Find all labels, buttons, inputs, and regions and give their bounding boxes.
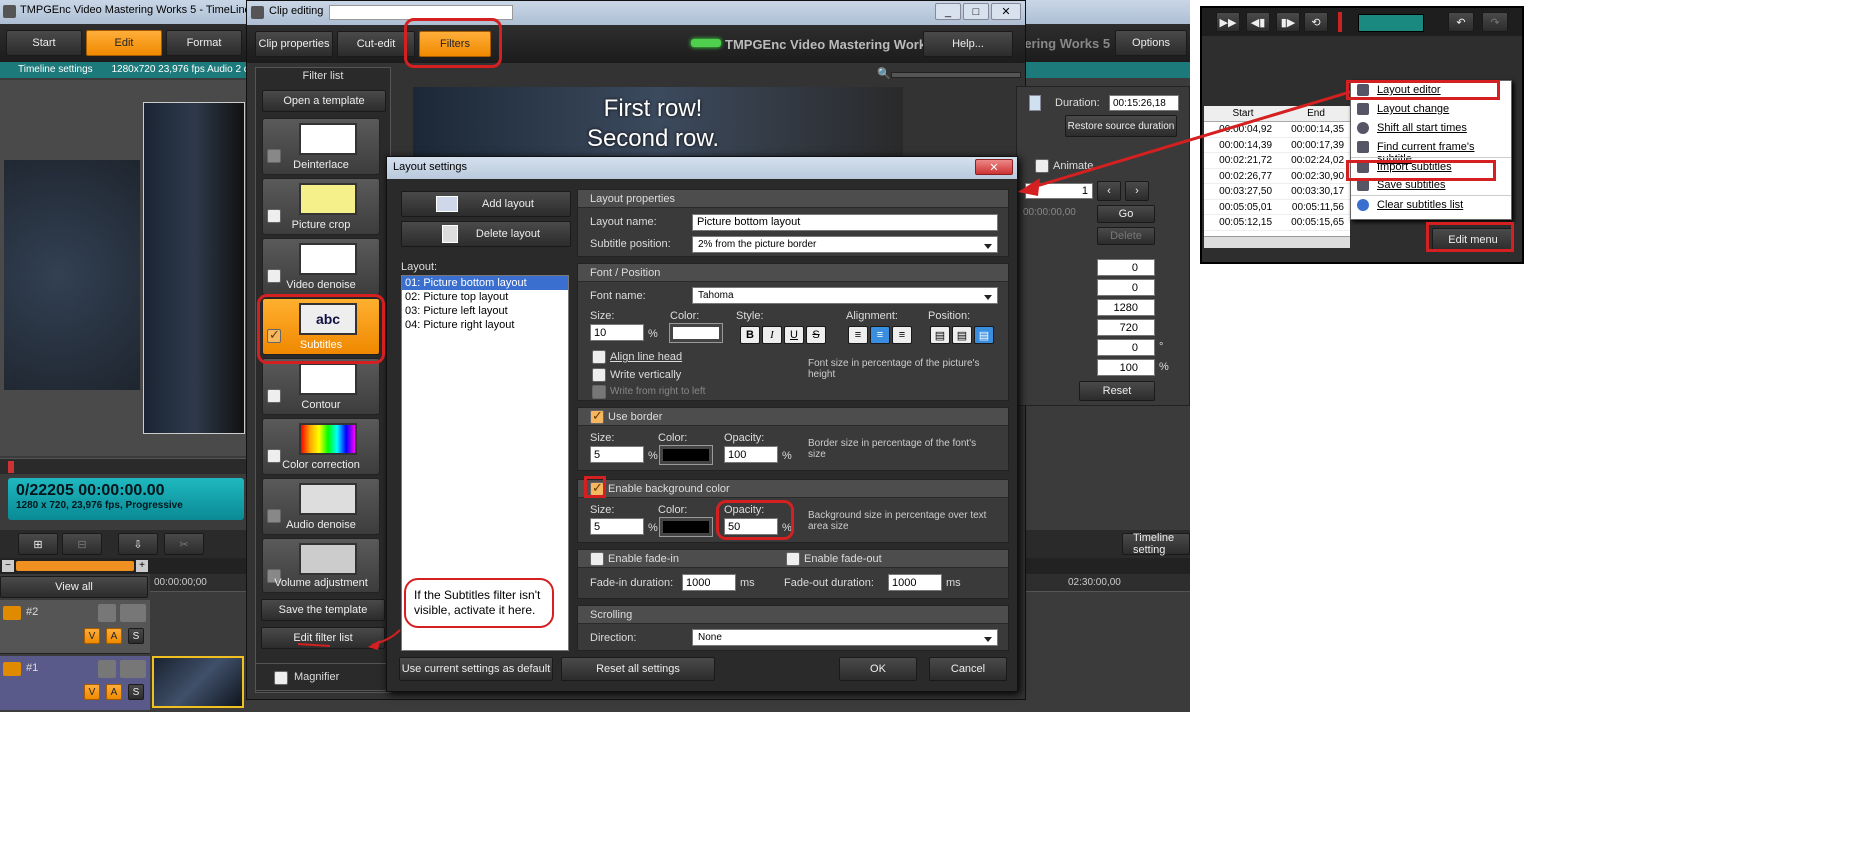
annotation-arrows — [297, 90, 1351, 650]
